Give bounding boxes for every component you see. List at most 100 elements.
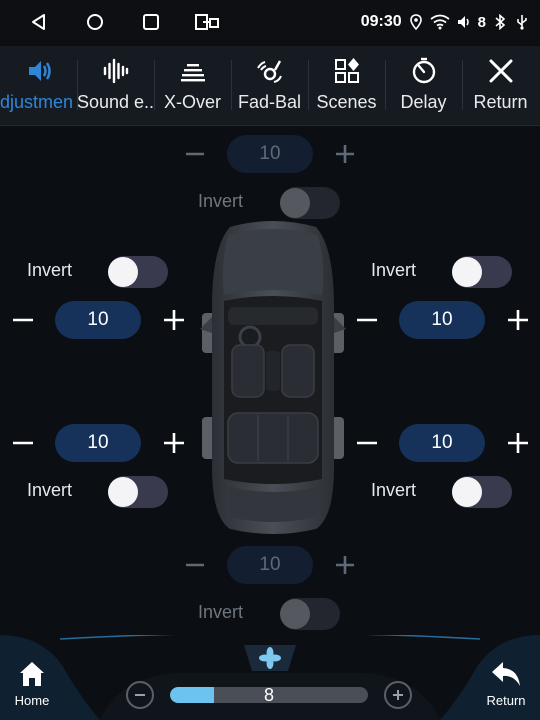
fan-icon[interactable]	[244, 645, 296, 671]
recents-nav-icon[interactable]	[140, 11, 162, 33]
scenes-grid-icon	[334, 58, 359, 83]
tab-label: Sound e..	[77, 92, 154, 112]
front-center-plus-button[interactable]	[330, 135, 360, 173]
tab-label: djustmen	[0, 92, 74, 112]
toggle-knob	[108, 257, 138, 287]
front-left-invert: Invert	[27, 256, 172, 288]
minus-icon	[13, 441, 33, 445]
location-icon	[409, 14, 422, 30]
tab-label: Return	[473, 92, 528, 112]
speaker-adjustment-panel: 10 Invert Invert Invert 10 10 10 10 Inve…	[0, 127, 540, 635]
rear-left-value: 10	[55, 424, 141, 462]
front-center-stepper: 10	[180, 135, 360, 173]
rear-left-invert-toggle[interactable]	[108, 476, 168, 508]
volume-down-button[interactable]	[126, 681, 154, 709]
plus-icon	[508, 310, 528, 330]
front-right-invert-toggle[interactable]	[452, 256, 512, 288]
toggle-knob	[452, 257, 482, 287]
front-left-value: 10	[55, 301, 141, 339]
home-button[interactable]: Home	[0, 659, 64, 719]
rear-right-invert-toggle[interactable]	[452, 476, 512, 508]
volume-status-icon	[457, 16, 469, 28]
plus-icon	[164, 310, 184, 330]
tab-label: Fad-Bal	[237, 92, 302, 112]
subwoofer-minus-button[interactable]	[180, 546, 210, 584]
plus-icon	[336, 145, 354, 163]
tab-x-over[interactable]: X-Over	[154, 46, 231, 126]
status-icons: 09:30 8	[361, 0, 530, 44]
tab-label: Scenes	[316, 92, 377, 112]
tab-adjustment[interactable]: djustmen	[0, 46, 77, 126]
clock: 09:30	[360, 13, 402, 30]
minus-icon	[186, 152, 204, 156]
home-nav-icon[interactable]	[84, 11, 106, 33]
rear-left-minus-button[interactable]	[8, 424, 38, 462]
plus-icon	[164, 433, 184, 453]
front-left-plus-button[interactable]	[159, 301, 189, 339]
front-right-plus-button[interactable]	[503, 301, 533, 339]
close-icon	[489, 59, 512, 83]
subwoofer-invert-toggle[interactable]	[280, 598, 340, 630]
front-center-value: 10	[227, 135, 313, 173]
front-left-stepper: 10	[8, 301, 190, 339]
fader-balance-icon	[256, 60, 282, 83]
minus-icon	[135, 694, 145, 696]
back-nav-icon[interactable]	[28, 11, 50, 33]
rear-right-value: 10	[399, 424, 485, 462]
screen-switch-icon[interactable]	[194, 11, 220, 33]
tab-delay[interactable]: Delay	[385, 46, 462, 126]
front-center-minus-button[interactable]	[180, 135, 210, 173]
invert-label: Invert	[27, 260, 73, 280]
minus-icon	[13, 318, 33, 322]
car-top-view-illustration	[200, 221, 346, 534]
toggle-knob	[452, 477, 482, 507]
invert-label: Invert	[371, 260, 417, 280]
front-right-stepper: 10	[352, 301, 534, 339]
return-label: Return	[486, 693, 526, 708]
front-center-invert-toggle[interactable]	[280, 187, 340, 219]
toggle-knob	[280, 188, 310, 218]
invert-label: Invert	[198, 602, 244, 622]
wifi-icon	[430, 14, 450, 30]
tab-return[interactable]: Return	[462, 46, 539, 126]
subwoofer-plus-button[interactable]	[330, 546, 360, 584]
plus-icon	[508, 433, 528, 453]
equalizer-icon	[180, 64, 205, 82]
plus-icon	[393, 690, 403, 700]
minus-icon	[186, 563, 204, 567]
rear-left-stepper: 10	[8, 424, 190, 462]
invert-label: Invert	[27, 480, 73, 500]
front-left-minus-button[interactable]	[8, 301, 38, 339]
front-right-invert: Invert	[371, 256, 516, 288]
return-arrow-icon	[492, 662, 520, 686]
status-bar: 09:30 8	[0, 0, 540, 44]
rear-left-plus-button[interactable]	[159, 424, 189, 462]
audio-tab-bar: djustmen Sound e.. X-Over Fad-Bal Scenes…	[0, 46, 540, 126]
front-right-minus-button[interactable]	[352, 301, 382, 339]
subwoofer-value: 10	[227, 546, 313, 584]
tab-scenes[interactable]: Scenes	[308, 46, 385, 126]
rear-right-stepper: 10	[352, 424, 534, 462]
return-button[interactable]: Return	[474, 659, 538, 719]
minus-icon	[357, 441, 377, 445]
tab-fad-bal[interactable]: Fad-Bal	[231, 46, 308, 126]
plus-icon	[336, 556, 354, 574]
bottom-control-bar: Home 8 Return	[0, 635, 540, 720]
invert-label: Invert	[371, 480, 417, 500]
minus-icon	[357, 318, 377, 322]
rear-right-plus-button[interactable]	[503, 424, 533, 462]
toggle-knob	[280, 599, 310, 629]
front-left-invert-toggle[interactable]	[108, 256, 168, 288]
rear-right-minus-button[interactable]	[352, 424, 382, 462]
home-icon	[20, 662, 44, 686]
rear-left-invert: Invert	[27, 476, 172, 508]
front-center-invert: Invert	[198, 187, 343, 219]
volume-up-button[interactable]	[384, 681, 412, 709]
front-right-value: 10	[399, 301, 485, 339]
subwoofer-invert: Invert	[198, 598, 343, 630]
volume-value: 8	[263, 685, 274, 705]
tab-label: X-Over	[163, 92, 221, 112]
speaker-icon	[28, 61, 51, 81]
tab-sound-effects[interactable]: Sound e..	[77, 46, 154, 126]
usb-icon	[517, 15, 527, 30]
